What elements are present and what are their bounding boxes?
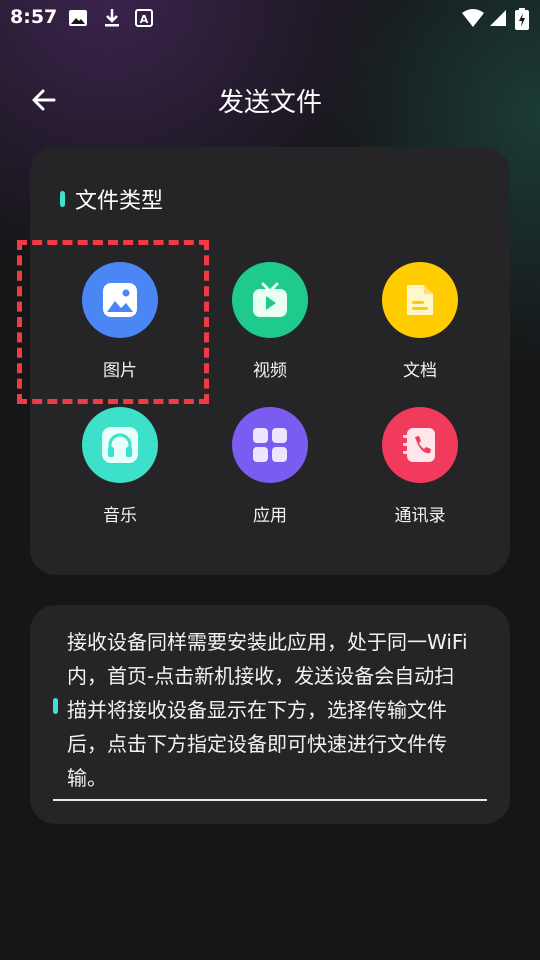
file-type-contacts[interactable]: 通讯录 — [345, 407, 495, 537]
info-line: 后，点击下方指定设备即可快速进行文件传 — [67, 732, 447, 756]
header: 发送文件 — [0, 74, 540, 124]
file-type-video[interactable]: 视频 — [195, 262, 345, 392]
status-time: 8:57 — [10, 6, 58, 28]
image-icon — [69, 10, 87, 26]
file-type-label: 文档 — [403, 361, 437, 381]
svg-text:A: A — [140, 13, 149, 26]
file-type-label: 音乐 — [103, 506, 137, 526]
divider — [53, 799, 487, 801]
file-type-label: 视频 — [253, 361, 287, 381]
info-line: 接收设备同样需要安装此应用，处于同一WiFi — [67, 630, 468, 654]
text-icon: A — [135, 9, 153, 27]
accent-bar — [60, 191, 65, 207]
signal-icon — [490, 10, 506, 26]
highlight-box — [17, 240, 209, 404]
accent-bar — [53, 698, 58, 714]
file-type-label: 应用 — [253, 506, 287, 526]
file-type-label: 通讯录 — [394, 506, 446, 526]
info-line: 内，首页-点击新机接收，发送设备会自动扫 — [67, 664, 455, 688]
file-type-apps[interactable]: 应用 — [195, 407, 345, 537]
file-type-document[interactable]: 文档 — [345, 262, 495, 392]
card-title-row: 文件类型 — [60, 183, 163, 215]
info-card: 接收设备同样需要安装此应用，处于同一WiFi 内，首页-点击新机接收，发送设备会… — [30, 605, 510, 824]
info-text: 接收设备同样需要安装此应用，处于同一WiFi 内，首页-点击新机接收，发送设备会… — [67, 625, 479, 795]
page-title: 发送文件 — [217, 88, 322, 118]
wifi-icon — [462, 9, 484, 27]
file-type-music[interactable]: 音乐 — [45, 407, 195, 537]
contacts-phone-icon — [382, 407, 458, 483]
info-line: 输。 — [67, 766, 107, 790]
status-bar: 8:57 A — [0, 0, 540, 36]
tv-icon — [232, 262, 308, 338]
card-title: 文件类型 — [75, 189, 164, 214]
apps-grid-icon — [232, 407, 308, 483]
info-line: 描并将接收设备显示在下方，选择传输文件 — [67, 698, 447, 722]
battery-charging-icon — [515, 8, 529, 30]
download-icon — [105, 9, 119, 27]
headphones-icon — [82, 407, 158, 483]
document-icon — [382, 262, 458, 338]
